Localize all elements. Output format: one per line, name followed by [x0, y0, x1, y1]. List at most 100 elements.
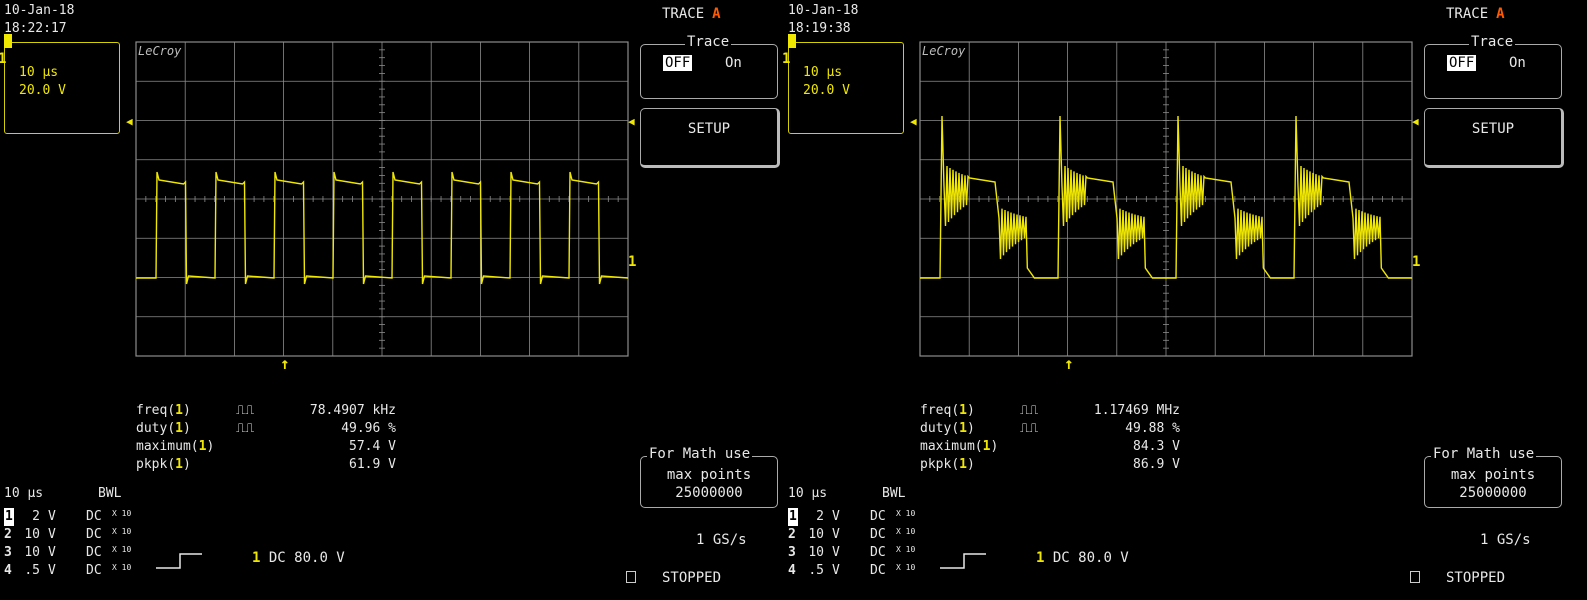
channel-header: 10 µs BWL: [4, 486, 121, 501]
max-points-label: max points: [666, 467, 752, 483]
measurement-value: 86.9 V: [1133, 457, 1180, 472]
probe-attenuation: X 10: [896, 563, 916, 572]
channel-coupling: DC: [870, 509, 886, 524]
trigger-channel: 1: [1036, 550, 1045, 566]
date-time: 10-Jan-18 18:22:17: [4, 2, 74, 38]
trigger-position-arrow-icon: ↑: [280, 354, 290, 373]
measurement-row: pkpk(1) 86.9 V: [920, 456, 1180, 474]
waveform-graticule: LeCroy: [135, 41, 629, 357]
measurement-channel: 1: [198, 439, 207, 454]
trigger-edge-icon: [940, 553, 986, 569]
waveform-graticule: LeCroy: [919, 41, 1413, 357]
waveform-svg: [919, 41, 1413, 357]
channel-number: 2: [4, 527, 12, 542]
channel-unit: V: [48, 527, 56, 542]
measurement-channel: 1: [175, 403, 183, 418]
date: 10-Jan-18: [788, 3, 859, 18]
measurement-row: duty(1) ⎍⎍ 49.96 %: [136, 420, 396, 438]
channel-row[interactable]: 2 10 V DC X 10: [4, 526, 134, 544]
probe-attenuation: X 10: [112, 527, 132, 536]
trace-off-option[interactable]: OFF: [663, 55, 693, 71]
date: 10-Jan-18: [4, 3, 75, 18]
trace-label: TRACE: [662, 6, 705, 22]
measurement-param: freq: [136, 403, 168, 418]
channel-settings-list: 1 2 V DC X 10 2 10 V DC X 10 3 10 V DC X…: [788, 508, 918, 580]
trace-id: A: [1496, 6, 1505, 22]
channel-header-time: 10 µs: [788, 486, 828, 501]
trace-label: TRACE: [1446, 6, 1489, 22]
channel-number: 1: [4, 508, 14, 526]
acquisition-status: STOPPED: [1446, 570, 1506, 586]
left-level-pointer-icon: ◀: [126, 115, 133, 128]
probe-attenuation: X 10: [112, 509, 132, 518]
measurement-row: freq(1) ⎍⎍ 1.17469 MHz: [920, 402, 1180, 420]
trace-title: TRACE A: [662, 6, 721, 22]
trace-toggle-menu[interactable]: Trace OFF On: [640, 34, 778, 99]
trace-toggle-menu[interactable]: Trace OFF On: [1424, 34, 1562, 99]
channel-marker-icon: [788, 34, 796, 48]
trace-title: TRACE A: [1446, 6, 1505, 22]
trace-on-option[interactable]: On: [1509, 55, 1526, 71]
measurement-value: 57.4 V: [349, 439, 396, 454]
max-points-value: 25000000: [675, 485, 743, 501]
max-points-value: 25000000: [1459, 485, 1527, 501]
trigger-level: DC 80.0 V: [268, 550, 345, 566]
channel-header-time: 10 µs: [4, 486, 44, 501]
pulse-icon: ⎍⎍: [236, 421, 255, 436]
right-level-pointer-icon: ◀: [628, 115, 635, 128]
channel-row[interactable]: 3 10 V DC X 10: [4, 544, 134, 562]
channel-unit: V: [48, 509, 56, 524]
volts-per-div: 20.0 V: [803, 83, 850, 98]
measurement-row: duty(1) ⎍⎍ 49.88 %: [920, 420, 1180, 438]
measurement-row: maximum(1) 57.4 V: [136, 438, 396, 456]
channel-coupling: DC: [870, 527, 886, 542]
measurement-value: 49.88 %: [1125, 421, 1180, 436]
bwl-label: BWL: [882, 486, 906, 501]
probe-attenuation: X 10: [896, 509, 916, 518]
measurement-row: pkpk(1) 61.9 V: [136, 456, 396, 474]
measurement-value: 49.96 %: [341, 421, 396, 436]
measurement-row: maximum(1) 84.3 V: [920, 438, 1180, 456]
channel-volts: 10: [24, 545, 40, 560]
channel-coupling: DC: [86, 545, 102, 560]
measurement-row: freq(1) ⎍⎍ 78.4907 kHz: [136, 402, 396, 420]
setup-label: SETUP: [687, 121, 731, 137]
channel-row[interactable]: 4 .5 V DC X 10: [788, 562, 918, 580]
trigger-level: DC 80.0 V: [1052, 550, 1129, 566]
measurement-name: freq(1): [920, 403, 975, 418]
math-points-box[interactable]: For Math use max points 25000000: [1424, 446, 1562, 508]
brand-logo: LeCroy: [138, 44, 182, 58]
setup-button[interactable]: SETUP: [1424, 108, 1564, 168]
channel-volts: .5: [808, 563, 824, 578]
left-level-pointer-icon: ◀: [910, 115, 917, 128]
timebase-box[interactable]: 1 10 µs 20.0 V: [782, 34, 904, 134]
trace-on-option[interactable]: On: [725, 55, 742, 71]
setup-label: SETUP: [1471, 121, 1515, 137]
channel-number: 3: [788, 545, 796, 560]
math-points-box[interactable]: For Math use max points 25000000: [640, 446, 778, 508]
trace-off-option[interactable]: OFF: [1447, 55, 1477, 71]
measurement-channel: 1: [175, 457, 183, 472]
trigger-position-arrow-icon: ↑: [1064, 354, 1074, 373]
brand-logo: LeCroy: [922, 44, 966, 58]
channel-row[interactable]: 1 2 V DC X 10: [4, 508, 134, 526]
pulse-icon: ⎍⎍: [1020, 403, 1039, 418]
setup-button[interactable]: SETUP: [640, 108, 780, 168]
channel-coupling: DC: [870, 545, 886, 560]
channel-header: 10 µs BWL: [788, 486, 905, 501]
time: 18:19:38: [788, 21, 851, 36]
time: 18:22:17: [4, 21, 67, 36]
channel-row[interactable]: 1 2 V DC X 10: [788, 508, 918, 526]
max-points-label: max points: [1450, 467, 1536, 483]
channel-row[interactable]: 3 10 V DC X 10: [788, 544, 918, 562]
timebase-box[interactable]: 1 10 µs 20.0 V: [0, 34, 120, 134]
waveform-svg: [135, 41, 629, 357]
channel-unit: V: [832, 527, 840, 542]
channel-unit: V: [832, 563, 840, 578]
probe-attenuation: X 10: [112, 563, 132, 572]
measurement-panel: freq(1) ⎍⎍ 78.4907 kHz duty(1) ⎍⎍ 49.96 …: [136, 402, 396, 474]
measurement-value: 84.3 V: [1133, 439, 1180, 454]
channel-row[interactable]: 4 .5 V DC X 10: [4, 562, 134, 580]
channel-row[interactable]: 2 10 V DC X 10: [788, 526, 918, 544]
trigger-setting: 1 DC 80.0 V: [252, 550, 345, 566]
